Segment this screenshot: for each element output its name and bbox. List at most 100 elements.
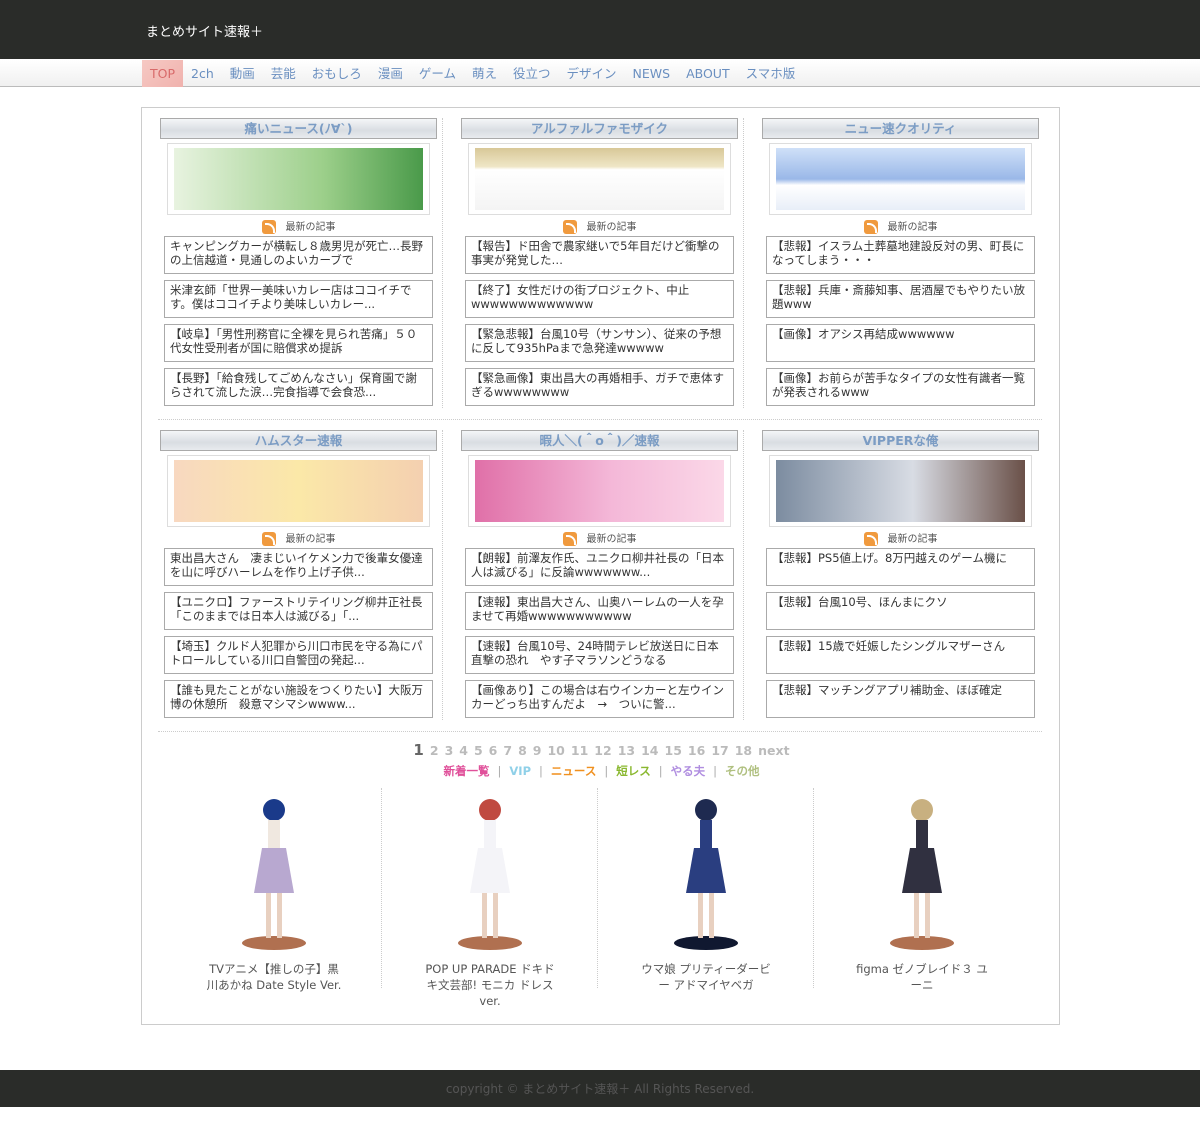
article-link[interactable]: 【朗報】前澤友作氏、ユニクロ柳井社長の「日本人は滅びる」に反論wwwwwww..… <box>465 548 734 586</box>
blog-column: ニュー速クオリティ 最新の記事 【悲報】イスラム土葬墓地建設反対の男、町長になってし… <box>762 118 1039 412</box>
figure-image <box>242 799 306 950</box>
page-link[interactable]: 16 <box>688 743 705 758</box>
blog-title[interactable]: 暇人＼(＾o＾)／速報 <box>461 430 738 451</box>
banner-image <box>174 460 423 522</box>
article-link[interactable]: 【報告】ド田舎で農家継いで5年目だけど衝撃の事実が発覚した… <box>465 236 734 274</box>
article-link[interactable]: 【悲報】15歳で妊娠したシングルマザーさん <box>766 636 1035 674</box>
page-link[interactable]: 13 <box>618 743 635 758</box>
page-link[interactable]: 18 <box>735 743 752 758</box>
blog-column: VIPPERな俺最新の記事【悲報】PS5値上げ。8万円越えのゲーム機に 【悲報】台… <box>762 430 1039 724</box>
divider <box>158 731 1042 732</box>
page-link[interactable]: 6 <box>489 743 498 758</box>
blog-title[interactable]: VIPPERな俺 <box>762 430 1039 451</box>
nav-item-10[interactable]: NEWS <box>625 60 679 87</box>
nav-item-7[interactable]: 萌え <box>464 60 505 87</box>
next-link[interactable]: next <box>758 743 789 758</box>
article-link[interactable]: キャンピングカーが横転し８歳男児が死亡…長野の上信越道・見通しのよいカーブで <box>164 236 433 274</box>
page-link[interactable]: 7 <box>503 743 512 758</box>
article-link[interactable]: 【画像】お前らが苦手なタイプの女性有識者一覧が発表されるwww <box>766 368 1035 406</box>
article-link[interactable]: 【悲報】イスラム土葬墓地建設反対の男、町長になってしまう・・・ <box>766 236 1035 274</box>
nav-item-3[interactable]: 芸能 <box>263 60 304 87</box>
figure-product[interactable]: figma ゼノブレイド３ ユーニ <box>814 788 1030 993</box>
footer: copyright © まとめサイト速報＋ All Rights Reserve… <box>0 1070 1200 1107</box>
article-link[interactable]: 【緊急悲報】台風10号（サンサン）、従来の予想に反して935hPaまで急発達ww… <box>465 324 734 362</box>
nav-item-6[interactable]: ゲーム <box>411 60 464 87</box>
blog-banner[interactable] <box>468 455 731 527</box>
article-link[interactable]: 【悲報】兵庫・斎藤知事、居酒屋でもやりたい放題www <box>766 280 1035 318</box>
nav-item-0[interactable]: TOP <box>142 60 184 87</box>
category-link[interactable]: 新着一覧 <box>444 764 490 778</box>
rss-icon <box>863 532 878 546</box>
blog-banner[interactable] <box>468 143 731 215</box>
nav-item-11[interactable]: ABOUT <box>678 60 738 87</box>
blog-title[interactable]: ハムスター速報 <box>160 430 437 451</box>
nav-item-4[interactable]: おもしろ <box>304 60 370 87</box>
page-link[interactable]: 17 <box>711 743 728 758</box>
nav-item-12[interactable]: スマホ版 <box>738 60 804 87</box>
figure-product[interactable]: ウマ娘 プリティーダービー アドマイヤベガ <box>598 788 814 993</box>
article-link[interactable]: 【悲報】台風10号、ほんまにクソ <box>766 592 1035 630</box>
page-link[interactable]: 5 <box>474 743 483 758</box>
article-link[interactable]: 【誰も見たことがない施設をつくりたい】大阪万博の休憩所 殺意マシマシwwww..… <box>164 680 433 718</box>
nav-item-8[interactable]: 役立つ <box>505 60 559 87</box>
article-link[interactable]: 【画像あり】この場合は右ウインカーと左ウインカーどっち出すんだよ → ついに警.… <box>465 680 734 718</box>
article-link[interactable]: 【緊急画像】東出昌大の再婚相手、ガチで恵体すぎるwwwwwwww <box>465 368 734 406</box>
article-link[interactable]: 【速報】台風10号、24時間テレビ放送日に日本直撃の恐れ やす子マラソンどうなる <box>465 636 734 674</box>
rss-latest: 最新の記事 <box>461 532 738 548</box>
blog-banner[interactable] <box>769 455 1032 527</box>
nav-item-9[interactable]: デザイン <box>559 60 625 87</box>
rss-label: 最新の記事 <box>887 534 938 545</box>
article-link[interactable]: 東出昌大さん 凄まじいイケメン力で後輩女優達を山に呼びハーレムを作り上げ子供..… <box>164 548 433 586</box>
banner-image <box>475 148 724 210</box>
category-link[interactable]: その他 <box>725 764 760 778</box>
article-link[interactable]: 【悲報】マッチングアプリ補助金、ほぼ確定 <box>766 680 1035 718</box>
blog-banner[interactable] <box>167 143 430 215</box>
blog-title[interactable]: 痛いニュース(ﾉ∀`) <box>160 118 437 139</box>
figure-product[interactable]: POP UP PARADE ドキドキ文芸部! モニカ ドレスver. <box>382 788 598 1009</box>
figure-name[interactable]: ウマ娘 プリティーダービー アドマイヤベガ <box>598 961 814 993</box>
category-link[interactable]: 短レス <box>616 764 651 778</box>
article-link[interactable]: 【岐阜】「男性刑務官に全裸を見られ苦痛」５０代女性受刑者が国に賠償求め提訴 <box>164 324 433 362</box>
site-title[interactable]: まとめサイト速報＋ <box>146 21 263 40</box>
blog-banner[interactable] <box>769 143 1032 215</box>
page-link[interactable]: 8 <box>518 743 527 758</box>
figure-name[interactable]: TVアニメ【推しの子】黒川あかね Date Style Ver. <box>166 961 382 993</box>
page-link[interactable]: 12 <box>594 743 611 758</box>
category-link[interactable]: やる夫 <box>671 764 706 778</box>
page-link[interactable]: 3 <box>445 743 454 758</box>
page-link[interactable]: 4 <box>459 743 468 758</box>
article-link[interactable]: 【画像】オアシス再結成wwwwww <box>766 324 1035 362</box>
pagination: 1 2 3 4 5 6 7 8 9 10 11 12 13 14 15 16 17 18 next <box>142 741 1061 759</box>
divider <box>813 788 814 988</box>
category-link[interactable]: VIP <box>509 764 531 778</box>
article-link[interactable]: 【ユニクロ】ファーストリテイリング柳井正社長「このままでは日本人は滅びる」「..… <box>164 592 433 630</box>
article-link[interactable]: 【終了】女性だけの街プロジェクト、中止wwwwwwwwwwwww <box>465 280 734 318</box>
nav-item-1[interactable]: 2ch <box>183 60 222 87</box>
nav-item-5[interactable]: 漫画 <box>370 60 411 87</box>
article-link[interactable]: 【悲報】PS5値上げ。8万円越えのゲーム機に <box>766 548 1035 586</box>
category-link[interactable]: ニュース <box>551 764 596 778</box>
page-link[interactable]: 14 <box>641 743 658 758</box>
figure-name[interactable]: POP UP PARADE ドキドキ文芸部! モニカ ドレスver. <box>382 961 598 1009</box>
article-link[interactable]: 【埼玉】クルド人犯罪から川口市民を守る為にパトロールしている川口自警団の発起..… <box>164 636 433 674</box>
article-link[interactable]: 【長野】「給食残してごめんなさい」保育園で謝らされて流した涙…完食指導で会食恐.… <box>164 368 433 406</box>
page-link[interactable]: 15 <box>665 743 682 758</box>
blog-banner[interactable] <box>167 455 430 527</box>
figure-name[interactable]: figma ゼノブレイド３ ユーニ <box>814 961 1030 993</box>
page-link[interactable]: 11 <box>571 743 588 758</box>
separator: | <box>604 764 609 778</box>
category-links: 新着一覧 | VIP | ニュース | 短レス | やる夫 | その他 <box>142 763 1061 779</box>
blog-column: 暇人＼(＾o＾)／速報最新の記事 【朗報】前澤友作氏、ユニクロ柳井社長の「日本人は… <box>461 430 738 724</box>
page-link[interactable]: 2 <box>430 743 439 758</box>
banner-image <box>776 460 1025 522</box>
divider <box>381 788 382 988</box>
article-link[interactable]: 米津玄師「世界一美味いカレー店はココイチです。僕はココイチより美味しいカレー..… <box>164 280 433 318</box>
figure-product[interactable]: TVアニメ【推しの子】黒川あかね Date Style Ver. <box>166 788 382 993</box>
rss-icon <box>863 220 878 234</box>
blog-title[interactable]: アルファルファモザイク <box>461 118 738 139</box>
blog-title[interactable]: ニュー速クオリティ <box>762 118 1039 139</box>
page-link[interactable]: 10 <box>547 743 564 758</box>
page-link[interactable]: 9 <box>533 743 542 758</box>
nav-item-2[interactable]: 動画 <box>222 60 263 87</box>
article-link[interactable]: 【速報】東出昌大さん、山奥ハーレムの一人を孕ませて再婚wwwwwwwwwww <box>465 592 734 630</box>
